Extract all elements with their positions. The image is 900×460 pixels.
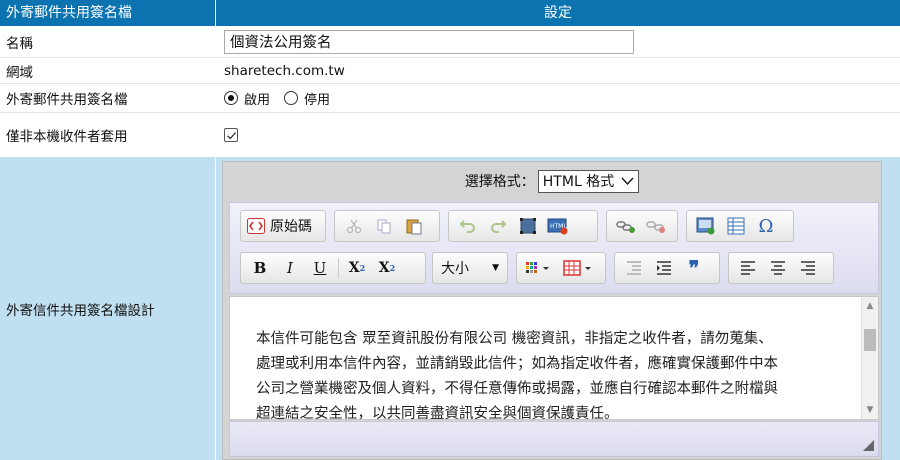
table-header: 外寄郵件共用簽名檔 設定 xyxy=(0,0,900,26)
disable-radio-label[interactable]: 停用 xyxy=(304,89,330,108)
enable-row: 外寄郵件共用簽名檔 啟用 停用 xyxy=(0,84,900,113)
style-group: B I U X2 X2 xyxy=(240,252,426,284)
insert-group: Ω xyxy=(686,210,794,242)
name-row: 名稱 xyxy=(0,26,900,58)
source-button-label[interactable]: 原始碼 xyxy=(270,216,312,236)
enable-radio-label[interactable]: 啟用 xyxy=(244,89,270,108)
checkmark-icon xyxy=(226,131,236,139)
table-icon[interactable] xyxy=(721,213,751,239)
enable-label: 外寄郵件共用簽名檔 xyxy=(6,92,128,108)
align-center-icon[interactable] xyxy=(763,255,793,281)
domain-value: sharetech.com.tw xyxy=(224,62,345,79)
nonlocal-checkbox[interactable] xyxy=(224,128,238,142)
bold-icon[interactable]: B xyxy=(245,255,275,281)
format-label: 選擇格式： xyxy=(464,174,535,190)
special-char-icon[interactable]: Ω xyxy=(751,213,781,239)
subscript-icon[interactable]: X2 xyxy=(342,255,372,281)
domain-label: 網域 xyxy=(6,64,33,81)
editor-toolbar: 原始碼 HTML Ω B I U X 2 X 2 大小 ▼ ❞ xyxy=(229,202,879,294)
indent-group: ❞ xyxy=(614,252,720,284)
name-label: 名稱 xyxy=(6,35,33,52)
image-icon[interactable] xyxy=(691,213,721,239)
redo-icon[interactable] xyxy=(483,213,513,239)
underline-icon[interactable]: U xyxy=(305,255,335,281)
text-color-icon[interactable] xyxy=(521,255,559,281)
signature-design-row: 外寄信件共用簽名檔設計 選擇格式： HTML 格式 原始碼 HTML Ω B I… xyxy=(0,157,900,460)
cut-icon[interactable] xyxy=(339,213,369,239)
link-group xyxy=(606,210,678,242)
name-input[interactable] xyxy=(224,29,634,54)
blockquote-icon[interactable]: ❞ xyxy=(679,255,709,281)
history-group: HTML xyxy=(448,210,598,242)
caret-down-icon: ▼ xyxy=(492,263,499,273)
signature-line: 本信件可能包含 眾至資訊股份有限公司 機密資訊，非指定之收件者，請勿蒐集、 xyxy=(256,331,773,347)
format-bar: 選擇格式： HTML 格式 xyxy=(223,162,881,200)
undo-icon[interactable] xyxy=(453,213,483,239)
domain-row: 網域 sharetech.com.tw xyxy=(0,58,900,84)
font-size-label: 大小 xyxy=(441,261,469,277)
signature-text[interactable]: 本信件可能包含 眾至資訊股份有限公司 機密資訊，非指定之收件者，請勿蒐集、 處理… xyxy=(256,327,846,420)
indent-icon[interactable] xyxy=(649,255,679,281)
scrollbar-thumb[interactable] xyxy=(864,329,876,351)
design-label: 外寄信件共用簽名檔設計 xyxy=(0,157,216,460)
font-size-select[interactable]: 大小 ▼ xyxy=(432,252,508,284)
html-editor: 選擇格式： HTML 格式 原始碼 HTML Ω B I U X 2 X 2 大… xyxy=(222,161,882,460)
chevron-down-icon xyxy=(621,175,634,188)
paste-icon[interactable] xyxy=(399,213,429,239)
editor-scrollbar[interactable]: ▲ ▼ xyxy=(861,297,878,419)
unlink-icon[interactable] xyxy=(641,213,671,239)
align-right-icon[interactable] xyxy=(793,255,823,281)
disable-radio[interactable] xyxy=(284,91,299,105)
header-settings: 設定 xyxy=(544,5,572,21)
toolbar-separator xyxy=(338,258,339,278)
superscript-icon[interactable]: X2 xyxy=(372,255,402,281)
clipboard-group xyxy=(334,210,440,242)
html-snippet-icon[interactable]: HTML xyxy=(543,213,573,239)
color-group xyxy=(516,252,606,284)
format-select-value: HTML 格式 xyxy=(542,174,615,190)
select-all-icon[interactable] xyxy=(513,213,543,239)
format-select[interactable]: HTML 格式 xyxy=(537,169,640,193)
nonlocal-label: 僅非本機收件者套用 xyxy=(6,129,128,145)
source-group: 原始碼 xyxy=(240,210,326,242)
scroll-down-icon[interactable]: ▼ xyxy=(862,403,878,417)
enable-radio[interactable] xyxy=(224,91,238,105)
background-color-icon[interactable] xyxy=(559,255,599,281)
signature-line: 公司之營業機密及個人資料，不得任意傳佈或揭露，並應自行確認本郵件之附檔與 xyxy=(256,381,778,397)
source-icon[interactable] xyxy=(245,213,267,239)
outdent-icon[interactable] xyxy=(619,255,649,281)
resize-grip-icon[interactable] xyxy=(863,440,874,451)
scroll-up-icon[interactable]: ▲ xyxy=(862,299,878,313)
signature-line: 超連結之安全性，以共同善盡資訊安全與個資保護責任。 xyxy=(256,406,619,420)
link-icon[interactable] xyxy=(611,213,641,239)
align-left-icon[interactable] xyxy=(733,255,763,281)
editor-content[interactable]: 本信件可能包含 眾至資訊股份有限公司 機密資訊，非指定之收件者，請勿蒐集、 處理… xyxy=(229,296,879,420)
align-group xyxy=(728,252,834,284)
copy-icon[interactable] xyxy=(369,213,399,239)
header-title: 外寄郵件共用簽名檔 xyxy=(0,0,216,26)
nonlocal-row: 僅非本機收件者套用 xyxy=(0,113,900,157)
editor-statusbar xyxy=(229,421,879,457)
italic-icon[interactable]: I xyxy=(275,255,305,281)
signature-line: 處理或利用本信件內容，並請銷毀此信件；如為指定收件者，應確實保護郵件中本 xyxy=(256,356,778,372)
